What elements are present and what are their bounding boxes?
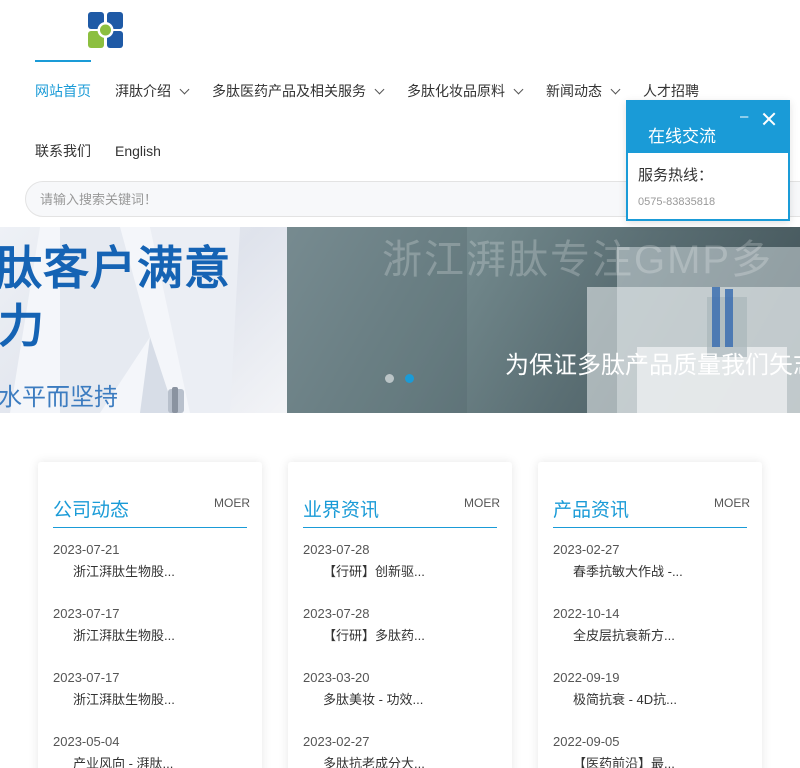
news-date: 2023-03-20: [303, 670, 370, 685]
chevron-down-icon: [513, 84, 524, 94]
list-item[interactable]: 2022-09-19 极简抗衰 - 4D抗...: [553, 668, 747, 710]
service-hotline-label: 服务热线：: [638, 167, 714, 184]
news-date: 2022-09-19: [553, 670, 620, 685]
chevron-down-icon: [179, 84, 190, 94]
news-date: 2022-09-05: [553, 734, 620, 749]
nav-item-pharma-products[interactable]: 多肽医药产品及相关服务: [212, 81, 385, 101]
list-item[interactable]: 2023-07-17 浙江湃肽生物股...: [53, 668, 247, 710]
news-title[interactable]: 【行研】多肽药...: [323, 626, 497, 646]
nav-item-news[interactable]: 新闻动态: [546, 81, 621, 101]
logo-mark-icon: [88, 12, 123, 48]
news-card-company: 公司动态 MOER 2023-07-21 浙江湃肽生物股... 2023-07-…: [38, 462, 262, 768]
chevron-down-icon: [374, 84, 385, 94]
nav-item-home[interactable]: 网站首页: [35, 81, 91, 101]
news-title[interactable]: 全皮层抗衰新方...: [573, 626, 747, 646]
chat-header: 在线交流 –: [628, 102, 788, 153]
news-title[interactable]: 春季抗敏大作战 -...: [573, 562, 747, 582]
banner-caption: 为保证多肽产品质量我们矢志: [505, 352, 800, 379]
nav-item-label: 多肽化妆品原料: [407, 83, 505, 99]
nav-item-contact[interactable]: 联系我们: [35, 141, 91, 161]
carousel-dot-2[interactable]: [405, 374, 414, 383]
carousel-dots: [385, 374, 425, 383]
more-link[interactable]: MOER: [464, 496, 500, 510]
list-item[interactable]: 2023-02-27 多肽抗老成分大...: [303, 732, 497, 768]
nav-item-cosmetic-materials[interactable]: 多肽化妆品原料: [407, 81, 524, 101]
news-title[interactable]: 浙江湃肽生物股...: [73, 626, 247, 646]
card-title: 公司动态: [53, 500, 130, 521]
news-title[interactable]: 极简抗衰 - 4D抗...: [573, 690, 747, 710]
news-date: 2023-07-28: [303, 542, 370, 557]
banner-carousel[interactable]: 肽客户满意 力 水平而坚持 浙江湃肽专注GMP多 为保证多肽产品质量我们矢志: [0, 227, 800, 413]
news-title[interactable]: 多肽抗老成分大...: [323, 754, 497, 768]
chat-title: 在线交流: [648, 127, 716, 146]
close-icon[interactable]: [762, 112, 776, 126]
nav-item-label: 网站首页: [35, 83, 91, 99]
nav-item-label: 联系我们: [35, 143, 91, 159]
news-date: 2023-02-27: [303, 734, 370, 749]
list-item[interactable]: 2023-05-04 产业风向 - 湃肽...: [53, 732, 247, 768]
list-item[interactable]: 2022-10-14 全皮层抗衰新方...: [553, 604, 747, 646]
news-title[interactable]: 浙江湃肽生物股...: [73, 690, 247, 710]
chevron-down-icon: [610, 84, 621, 94]
more-link[interactable]: MOER: [214, 496, 250, 510]
banner-slide-previous: 肽客户满意 力 水平而坚持: [0, 227, 287, 413]
banner-subline: 水平而坚持: [0, 384, 118, 411]
card-divider: [553, 527, 747, 528]
news-title[interactable]: 多肽美妆 - 功效...: [323, 690, 497, 710]
nav-item-label: English: [115, 143, 161, 159]
news-date: 2023-02-27: [553, 542, 620, 557]
news-card-product: 产品资讯 MOER 2023-02-27 春季抗敏大作战 -... 2022-1…: [538, 462, 762, 768]
news-title[interactable]: 【医药前沿】最...: [573, 754, 747, 768]
news-date: 2023-07-17: [53, 606, 120, 621]
logo-underline: [35, 60, 91, 62]
card-title: 产品资讯: [553, 500, 630, 521]
news-date: 2023-07-28: [303, 606, 370, 621]
news-date: 2022-10-14: [553, 606, 620, 621]
banner-slide-current: 浙江湃肽专注GMP多 为保证多肽产品质量我们矢志: [287, 227, 800, 413]
news-date: 2023-07-17: [53, 670, 120, 685]
site-logo[interactable]: [35, 12, 123, 62]
minimize-icon[interactable]: –: [740, 108, 748, 125]
card-divider: [303, 527, 497, 528]
service-hotline-number[interactable]: 0575-83835818: [638, 196, 715, 208]
main-nav: 网站首页 湃肽介绍 多肽医药产品及相关服务 多肽化妆品原料 新闻动态 人才招聘: [35, 80, 723, 102]
news-card-industry: 业界资讯 MOER 2023-07-28 【行研】创新驱... 2023-07-…: [288, 462, 512, 768]
nav-item-about[interactable]: 湃肽介绍: [115, 81, 190, 101]
list-item[interactable]: 2023-07-28 【行研】多肽药...: [303, 604, 497, 646]
news-date: 2023-05-04: [53, 734, 120, 749]
more-link[interactable]: MOER: [714, 496, 750, 510]
nav-item-label: 新闻动态: [546, 83, 602, 99]
list-item[interactable]: 2023-03-20 多肽美妆 - 功效...: [303, 668, 497, 710]
main-nav-row-2: 联系我们 English: [35, 140, 185, 162]
card-divider: [53, 527, 247, 528]
banner-headline-2: 力: [0, 300, 44, 352]
news-date: 2023-07-21: [53, 542, 120, 557]
news-title[interactable]: 产业风向 - 湃肽...: [73, 754, 247, 768]
nav-item-english[interactable]: English: [115, 143, 161, 159]
list-item[interactable]: 2022-09-05 【医药前沿】最...: [553, 732, 747, 768]
list-item[interactable]: 2023-02-27 春季抗敏大作战 -...: [553, 540, 747, 582]
banner-headline: 肽客户满意: [0, 242, 231, 294]
nav-item-label: 多肽医药产品及相关服务: [212, 83, 366, 99]
list-item[interactable]: 2023-07-28 【行研】创新驱...: [303, 540, 497, 582]
banner-watermark: 浙江湃肽专注GMP多: [382, 238, 774, 282]
online-chat-widget: 在线交流 – 服务热线： 0575-83835818: [626, 100, 790, 221]
nav-item-label: 人才招聘: [643, 83, 699, 99]
nav-item-label: 湃肽介绍: [115, 83, 171, 99]
news-title[interactable]: 浙江湃肽生物股...: [73, 562, 247, 582]
news-title[interactable]: 【行研】创新驱...: [323, 562, 497, 582]
carousel-dot-1[interactable]: [385, 374, 394, 383]
nav-item-careers[interactable]: 人才招聘: [643, 81, 699, 101]
card-title: 业界资讯: [303, 500, 380, 521]
list-item[interactable]: 2023-07-21 浙江湃肽生物股...: [53, 540, 247, 582]
list-item[interactable]: 2023-07-17 浙江湃肽生物股...: [53, 604, 247, 646]
